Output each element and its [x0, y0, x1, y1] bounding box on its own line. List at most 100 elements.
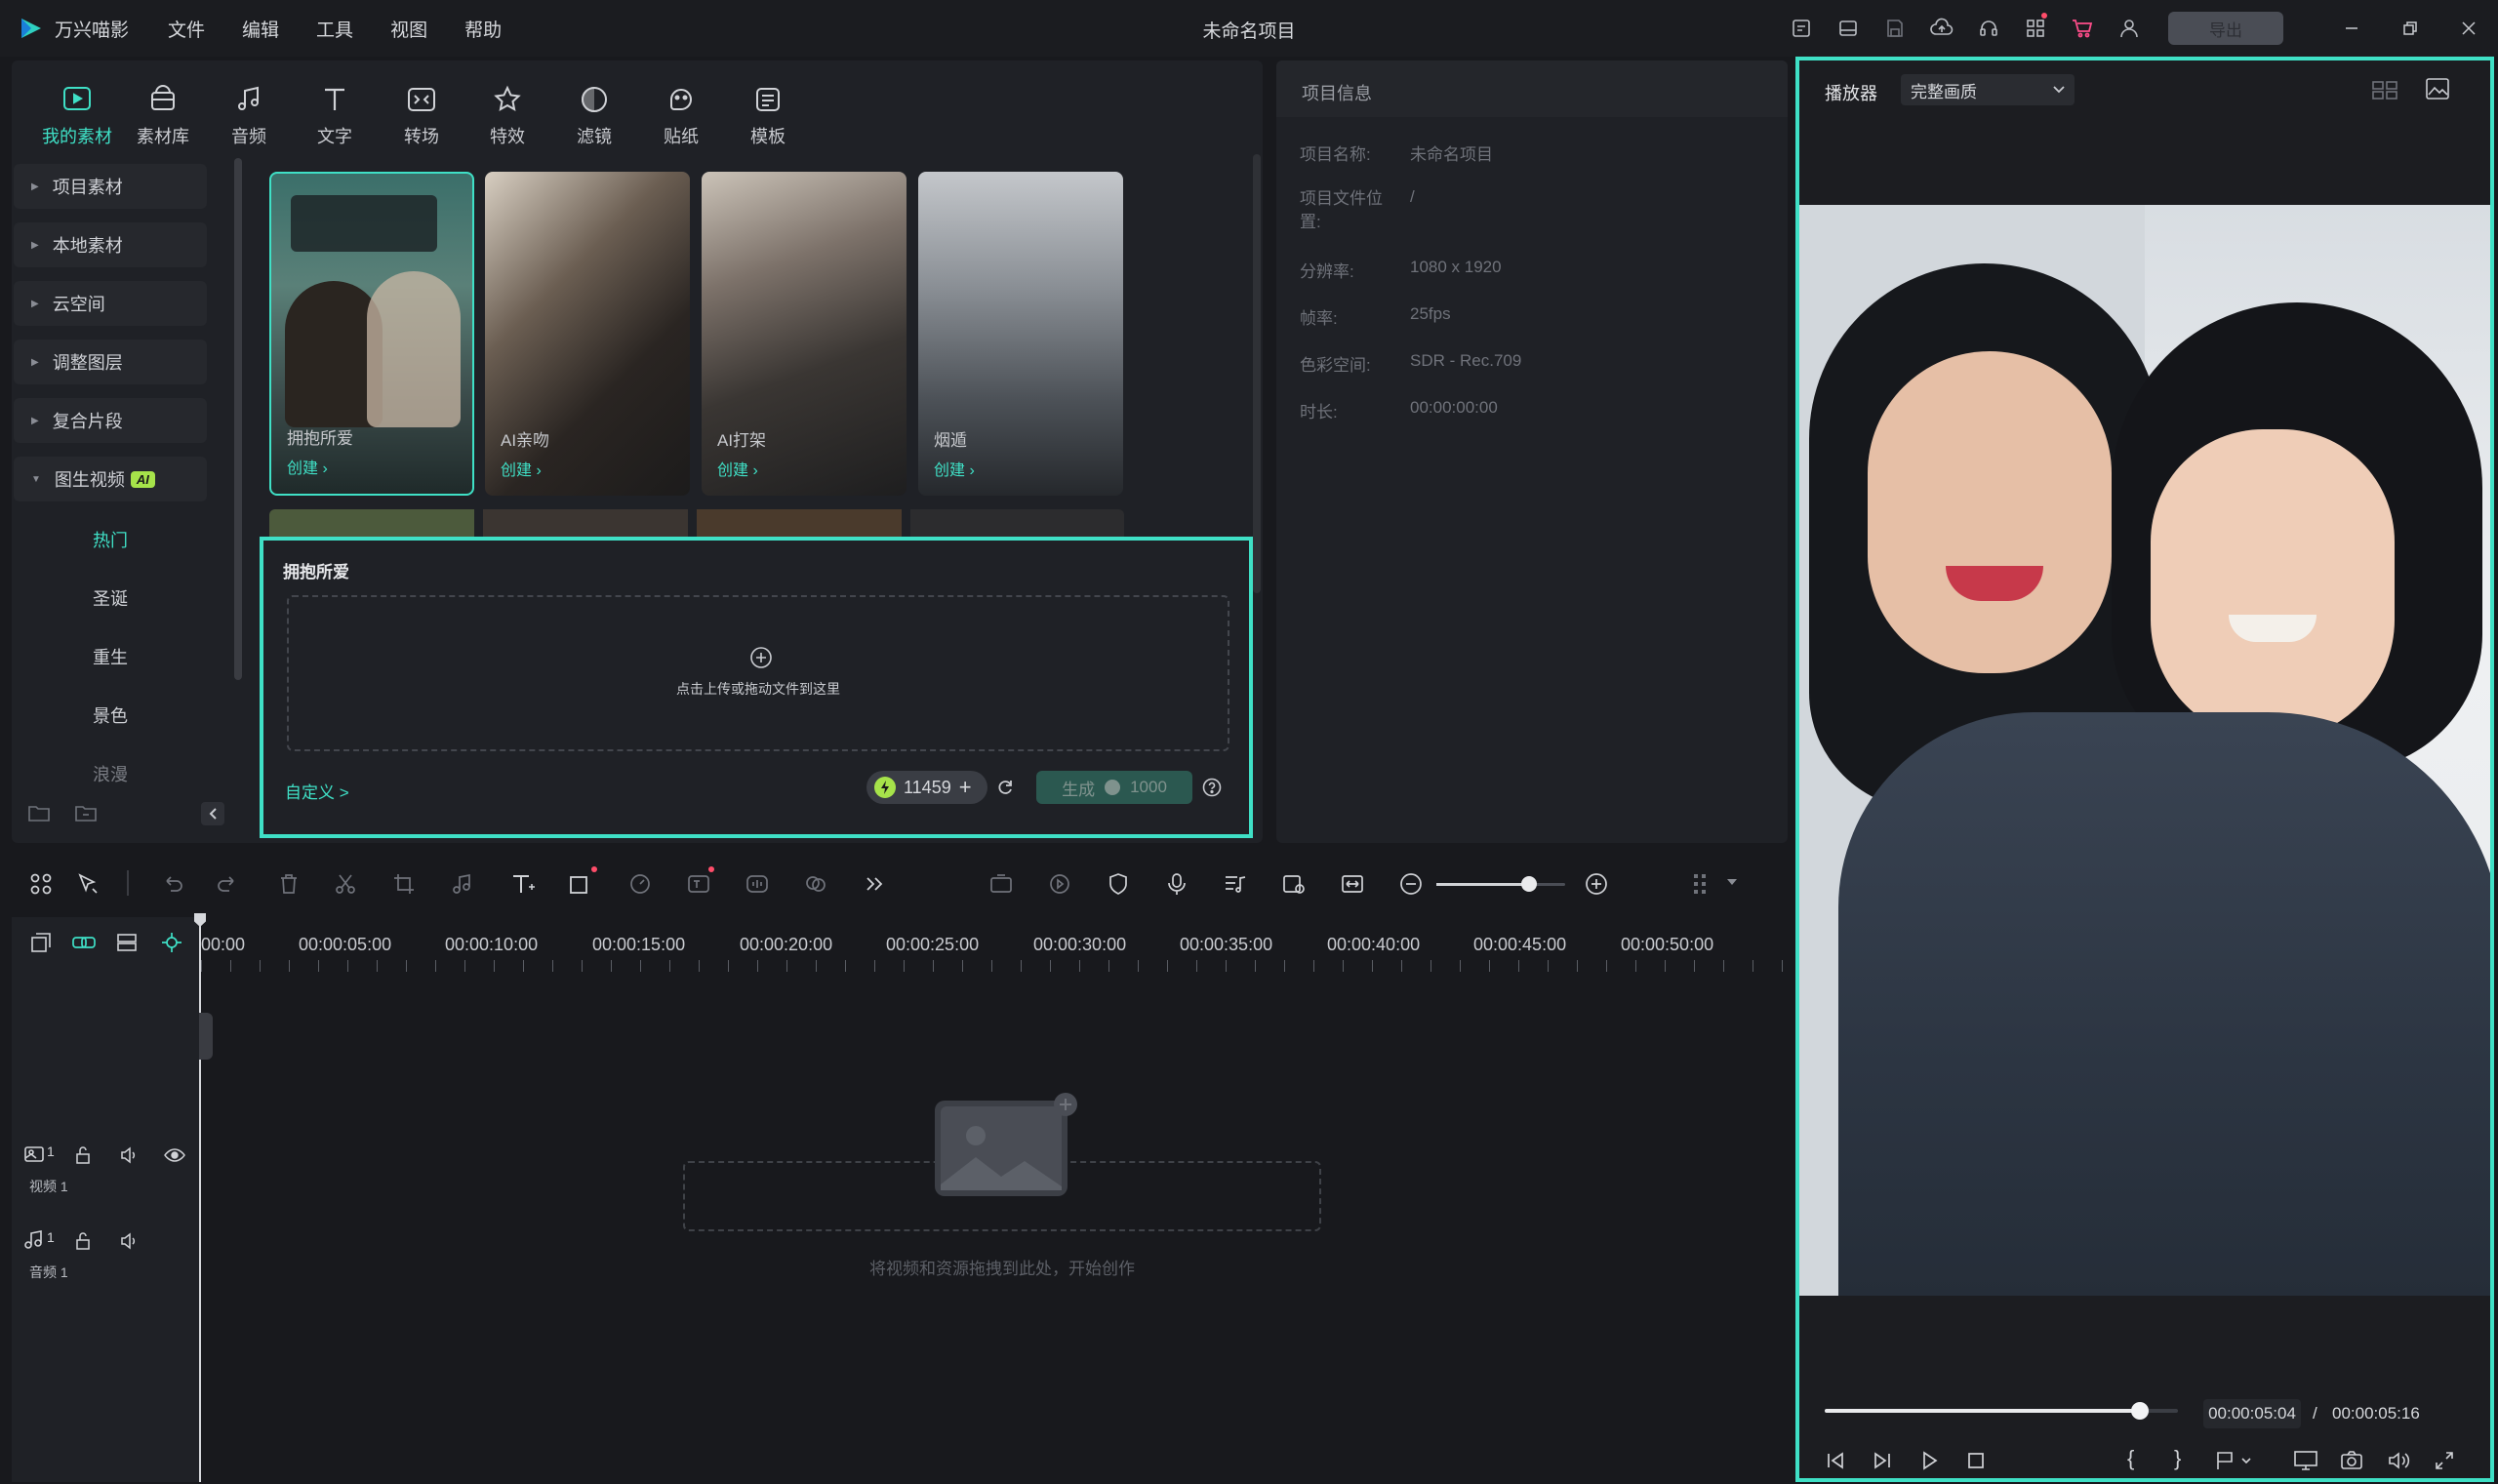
camera-snapshot-icon[interactable] [2340, 1450, 2363, 1471]
tab-transition[interactable]: 转场 [379, 80, 464, 148]
credits-pill[interactable]: 11459 + [866, 771, 987, 804]
template-create-link[interactable]: 创建 › [501, 457, 542, 480]
generate-button[interactable]: 生成 1000 [1036, 771, 1192, 804]
template-card[interactable]: AI打架 创建 › [702, 172, 907, 496]
sidebar-sub-rebirth[interactable]: 重生 [14, 644, 207, 669]
sidebar-item-image-to-video[interactable]: ▼ 图生视频 AI [14, 457, 207, 501]
tab-filter[interactable]: 滤镜 [551, 80, 637, 148]
sidebar-item-local-media[interactable]: ▶ 本地素材 [14, 222, 207, 267]
zoom-in-icon[interactable] [1577, 864, 1616, 903]
auto-reframe-icon[interactable] [982, 864, 1021, 903]
apps-grid-icon[interactable] [2012, 0, 2059, 57]
layout-icon[interactable] [1825, 0, 1872, 57]
sidebar-item-project-media[interactable]: ▶ 项目素材 [14, 164, 207, 209]
prev-frame-icon[interactable] [1825, 1450, 1846, 1471]
tab-library[interactable]: 素材库 [120, 80, 206, 148]
track-manager-icon[interactable] [107, 923, 146, 962]
media-box-icon[interactable] [1778, 0, 1825, 57]
sidebar-sub-hot[interactable]: 热门 [14, 527, 207, 552]
ai-text-icon[interactable] [679, 864, 718, 903]
mark-in-icon[interactable]: { [2127, 1446, 2134, 1471]
select-tool-icon[interactable] [68, 864, 107, 903]
lock-icon[interactable] [74, 1231, 92, 1251]
playback-track[interactable] [1825, 1402, 2178, 1420]
sidebar-item-compound-clip[interactable]: ▶ 复合片段 [14, 398, 207, 443]
mute-volume-icon[interactable] [119, 1231, 139, 1251]
tab-sticker[interactable]: 贴纸 [638, 80, 724, 148]
layout-grid-icon[interactable] [21, 864, 60, 903]
template-card[interactable]: 拥抱所爱 创建 › [269, 172, 474, 496]
snap-magnet-icon[interactable] [152, 923, 191, 962]
sidebar-sub-scenery[interactable]: 景色 [14, 702, 207, 728]
link-clips-icon[interactable] [64, 923, 103, 962]
marker-menu-icon[interactable] [2215, 1450, 2254, 1471]
volume-icon[interactable] [2387, 1450, 2410, 1471]
sidebar-sub-christmas[interactable]: 圣诞 [14, 585, 207, 611]
quality-dropdown[interactable]: 完整画质 [1901, 74, 2075, 105]
audio-mixer-icon[interactable] [1216, 864, 1255, 903]
playhead[interactable] [199, 913, 201, 1482]
menu-edit[interactable]: 编辑 [242, 16, 279, 42]
fullscreen-icon[interactable] [2434, 1450, 2455, 1471]
menu-view[interactable]: 视图 [390, 16, 427, 42]
cloud-upload-icon[interactable] [1918, 0, 1965, 57]
template-create-link[interactable]: 创建 › [717, 457, 758, 480]
restore-icon[interactable] [2381, 0, 2439, 57]
menu-tools[interactable]: 工具 [316, 16, 353, 42]
clip-settings-icon[interactable] [1274, 864, 1313, 903]
speed-icon[interactable] [621, 864, 660, 903]
next-frame-icon[interactable] [1872, 1450, 1893, 1471]
custom-link[interactable]: 自定义 > [285, 779, 349, 803]
lock-icon[interactable] [74, 1145, 92, 1165]
snapshot-image-icon[interactable] [2424, 76, 2451, 101]
zoom-slider[interactable] [1436, 876, 1565, 892]
sidebar-scrollbar[interactable] [234, 158, 242, 680]
user-icon[interactable] [2106, 0, 2153, 57]
template-create-link[interactable]: 创建 › [287, 455, 328, 478]
redo-icon[interactable] [209, 864, 248, 903]
refresh-icon[interactable] [995, 778, 1015, 797]
zoom-slider-handle[interactable] [1521, 876, 1538, 892]
stop-icon[interactable] [1965, 1450, 1987, 1471]
split-scissors-icon[interactable] [326, 864, 365, 903]
collapse-sidebar-button[interactable] [201, 802, 224, 825]
grid-view-icon[interactable] [2371, 78, 2398, 101]
undo-icon[interactable] [152, 864, 191, 903]
display-monitor-icon[interactable] [2293, 1450, 2318, 1471]
tab-my-media[interactable]: 我的素材 [34, 80, 120, 148]
template-card[interactable]: 烟遁 创建 › [918, 172, 1123, 496]
template-card[interactable]: AI亲吻 创建 › [485, 172, 690, 496]
sidebar-item-adjust-layer[interactable]: ▶ 调整图层 [14, 340, 207, 384]
sidebar-sub-romance[interactable]: 浪漫 [14, 761, 207, 786]
fit-timeline-icon[interactable] [1333, 864, 1372, 903]
zoom-out-icon[interactable] [1391, 864, 1430, 903]
track-layout-icon[interactable] [1680, 864, 1719, 903]
cart-icon[interactable] [2059, 0, 2106, 57]
tab-text[interactable]: 文字 [292, 80, 378, 148]
new-folder-icon[interactable] [27, 802, 51, 823]
template-create-link[interactable]: 创建 › [934, 457, 975, 480]
help-icon[interactable] [1202, 778, 1222, 797]
mark-out-icon[interactable]: } [2174, 1446, 2181, 1471]
track-resize-handle[interactable] [199, 1013, 213, 1060]
add-credits-icon[interactable]: + [959, 777, 972, 798]
folder-icon[interactable] [74, 802, 98, 823]
close-icon[interactable] [2439, 0, 2498, 57]
menu-help[interactable]: 帮助 [464, 16, 502, 42]
audio-edit-icon[interactable] [443, 864, 482, 903]
sidebar-item-cloud[interactable]: ▶ 云空间 [14, 281, 207, 326]
microphone-icon[interactable] [1157, 864, 1196, 903]
headset-support-icon[interactable] [1965, 0, 2012, 57]
save-icon[interactable] [1872, 0, 1918, 57]
menu-file[interactable]: 文件 [168, 16, 205, 42]
tab-effects[interactable]: 特效 [464, 80, 550, 148]
audio-wave-icon[interactable] [738, 864, 777, 903]
delete-icon[interactable] [269, 864, 308, 903]
template-scrollbar[interactable] [1253, 154, 1261, 593]
export-button[interactable]: 导出 [2168, 12, 2283, 45]
add-track-icon[interactable] [21, 923, 60, 962]
crop-icon[interactable] [384, 864, 423, 903]
mask-icon[interactable] [796, 864, 835, 903]
eye-visibility-icon[interactable] [164, 1147, 185, 1163]
tab-audio[interactable]: 音频 [206, 80, 292, 148]
